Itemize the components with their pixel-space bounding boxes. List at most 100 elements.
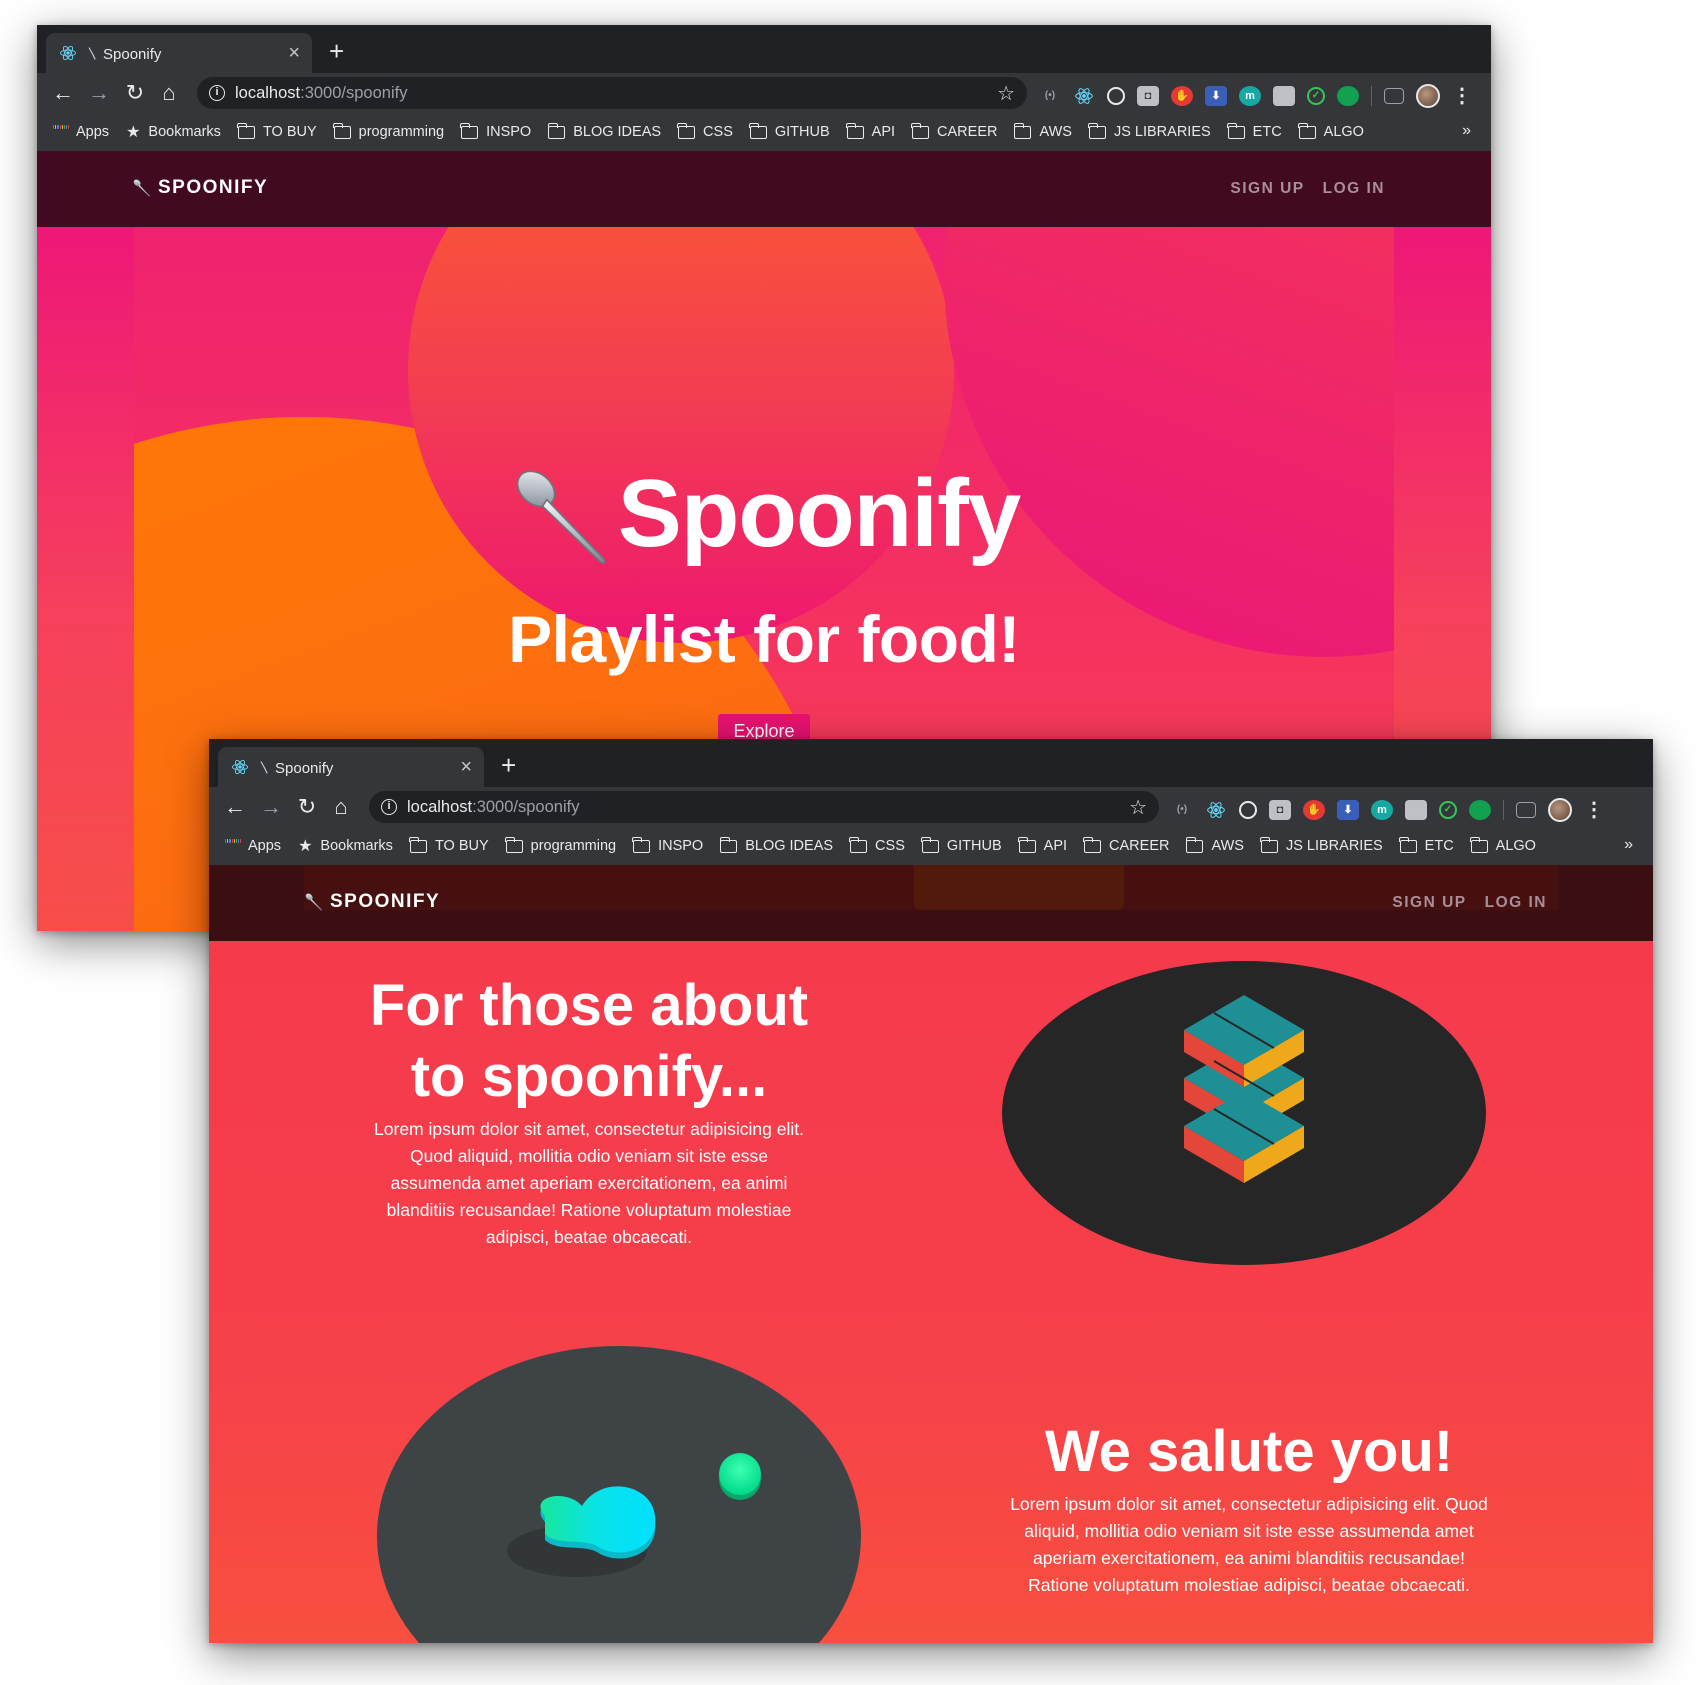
sign-up-link[interactable]: SIGN UP [1392, 894, 1466, 912]
stop-extension-icon[interactable]: ✋ [1303, 799, 1325, 820]
bookmark-folder[interactable]: GITHUB [749, 122, 830, 140]
bookmarks-overflow-button[interactable]: » [1624, 836, 1633, 854]
hero-subtitle: Playlist for food! [508, 602, 1020, 676]
check-extension-icon[interactable]: ✓ [1307, 86, 1325, 105]
bookmark-folder[interactable]: JS LIBRARIES [1260, 836, 1383, 854]
chat-extension-icon[interactable] [1337, 85, 1359, 106]
new-tab-button[interactable]: + [329, 37, 344, 65]
bookmark-bookmarks[interactable]: ★ Bookmarks [298, 836, 393, 856]
address-bar[interactable]: i localhost:3000/spoonify ☆ [197, 77, 1027, 109]
check-extension-icon[interactable]: ✓ [1439, 800, 1457, 819]
bookmarks-bar: Apps ★ Bookmarks TO BUY programming INSPO… [37, 113, 1491, 151]
tab-title: Spoonify [103, 45, 162, 63]
target-extension-icon[interactable] [1107, 86, 1125, 105]
url-path: :3000/spoonify [472, 797, 580, 816]
folder-icon [1185, 836, 1204, 853]
note-extension-icon[interactable] [1405, 799, 1427, 820]
bookmark-folder[interactable]: JS LIBRARIES [1088, 122, 1211, 140]
log-in-link[interactable]: LOG IN [1323, 180, 1385, 198]
bookmark-folder[interactable]: API [846, 122, 895, 140]
address-bar[interactable]: i localhost:3000/spoonify ☆ [369, 791, 1159, 823]
browser-tab[interactable]: 〵 Spoonify × [218, 747, 484, 787]
home-icon[interactable]: ⌂ [329, 795, 353, 819]
info-icon[interactable]: i [381, 799, 397, 815]
kebab-menu-icon[interactable]: ⋮ [1584, 797, 1604, 822]
back-arrow-icon[interactable]: ← [51, 81, 75, 105]
target-extension-icon[interactable] [1239, 800, 1257, 819]
avatar[interactable] [1548, 797, 1572, 822]
bookmark-bookmarks[interactable]: ★ Bookmarks [126, 122, 221, 142]
folder-icon [846, 122, 864, 139]
bookmarks-overflow-button[interactable]: » [1462, 122, 1471, 140]
home-icon[interactable]: ⌂ [157, 81, 181, 105]
bookmark-folder[interactable]: INSPO [460, 122, 531, 140]
bookmark-apps[interactable]: Apps [53, 124, 109, 140]
browser-tab[interactable]: 〵 Spoonify × [46, 33, 312, 73]
cast-icon[interactable] [1384, 87, 1404, 104]
tab-close-icon[interactable]: × [288, 43, 300, 63]
react-favicon-icon [58, 43, 78, 63]
info-icon[interactable]: i [209, 85, 225, 101]
bookmark-folder[interactable]: TO BUY [237, 122, 317, 140]
bookmark-folder[interactable]: CAREER [911, 122, 997, 140]
stop-extension-icon[interactable]: ✋ [1171, 85, 1193, 106]
back-arrow-icon[interactable]: ← [223, 795, 247, 819]
bookmark-folder[interactable]: BLOG IDEAS [719, 836, 833, 854]
bookmark-apps[interactable]: Apps [225, 838, 281, 854]
bookmark-folder[interactable]: ALGO [1470, 836, 1536, 854]
chat-extension-icon[interactable] [1469, 799, 1491, 820]
extension-icon[interactable]: (•) [1039, 86, 1061, 106]
folder-icon [849, 836, 868, 853]
forward-arrow-icon[interactable]: → [87, 81, 111, 105]
m-extension-icon[interactable]: m [1239, 85, 1261, 106]
extension-icon[interactable]: (•) [1171, 800, 1193, 820]
bookmark-folder[interactable]: BLOG IDEAS [547, 122, 661, 140]
bookmark-folder[interactable]: API [1018, 836, 1067, 854]
avatar[interactable] [1416, 83, 1440, 108]
bookmark-folder[interactable]: CSS [677, 122, 733, 140]
camera-extension-icon[interactable]: ◘ [1137, 85, 1159, 106]
illustration-oval [1002, 961, 1486, 1265]
bookmark-folder[interactable]: programming [505, 836, 616, 854]
camera-extension-icon[interactable]: ◘ [1269, 799, 1291, 820]
bookmark-folder[interactable]: GITHUB [921, 836, 1002, 854]
bookmark-folder[interactable]: AWS [1013, 122, 1072, 140]
spoon-icon [304, 892, 324, 912]
extensions-area: (•) ◘ ✋ ⬇ m ✓ ⋮ [1039, 83, 1472, 108]
m-extension-icon[interactable]: m [1371, 799, 1393, 820]
react-devtools-icon[interactable] [1073, 86, 1095, 106]
note-extension-icon[interactable] [1273, 85, 1295, 106]
kebab-menu-icon[interactable]: ⋮ [1452, 83, 1472, 108]
folder-icon [1083, 836, 1102, 853]
bookmark-folder[interactable]: AWS [1185, 836, 1244, 854]
download-extension-icon[interactable]: ⬇ [1205, 85, 1227, 106]
download-extension-icon[interactable]: ⬇ [1337, 799, 1359, 820]
reload-icon[interactable]: ↻ [123, 81, 147, 105]
star-icon[interactable]: ☆ [997, 81, 1015, 106]
reload-icon[interactable]: ↻ [295, 795, 319, 819]
bookmark-folder[interactable]: CAREER [1083, 836, 1169, 854]
bookmark-folder[interactable]: ETC [1227, 122, 1282, 140]
bookmark-folder[interactable]: programming [333, 122, 444, 140]
tab-close-icon[interactable]: × [460, 757, 472, 777]
forward-arrow-icon[interactable]: → [259, 795, 283, 819]
bookmark-folder[interactable]: CSS [849, 836, 905, 854]
folder-icon [1470, 836, 1488, 853]
browser-toolbar: ← → ↻ ⌂ i localhost:3000/spoonify ☆ (•) … [209, 787, 1653, 827]
react-devtools-icon[interactable] [1205, 800, 1227, 820]
url-host: localhost [407, 797, 473, 816]
brand-logo[interactable]: SPOONIFY [304, 891, 440, 913]
sign-up-link[interactable]: SIGN UP [1230, 180, 1304, 198]
new-tab-button[interactable]: + [501, 751, 516, 779]
bookmark-folder[interactable]: TO BUY [409, 836, 489, 854]
bookmark-folder[interactable]: ETC [1399, 836, 1454, 854]
divider [1503, 799, 1504, 820]
star-icon[interactable]: ☆ [1129, 795, 1147, 820]
brand-logo[interactable]: SPOONIFY [132, 177, 268, 199]
log-in-link[interactable]: LOG IN [1485, 894, 1547, 912]
divider [1371, 85, 1372, 106]
folder-icon [1298, 122, 1316, 139]
cast-icon[interactable] [1516, 801, 1536, 818]
bookmark-folder[interactable]: INSPO [632, 836, 703, 854]
bookmark-folder[interactable]: ALGO [1298, 122, 1364, 140]
